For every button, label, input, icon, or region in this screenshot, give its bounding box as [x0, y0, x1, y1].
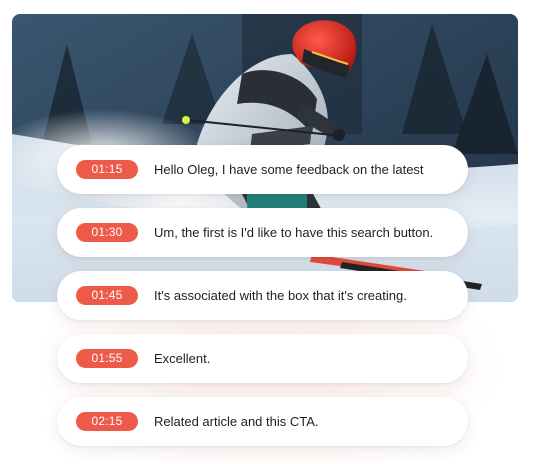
timestamp-badge[interactable]: 01:15: [76, 160, 138, 179]
transcript-item[interactable]: 01:55 Excellent.: [57, 334, 468, 383]
transcript-text: It's associated with the box that it's c…: [154, 288, 407, 303]
transcript-item[interactable]: 01:30 Um, the first is I'd like to have …: [57, 208, 468, 257]
transcript-text: Related article and this CTA.: [154, 414, 319, 429]
timestamp-badge[interactable]: 01:30: [76, 223, 138, 242]
timestamp-badge[interactable]: 01:45: [76, 286, 138, 305]
transcript-item[interactable]: 02:15 Related article and this CTA.: [57, 397, 468, 446]
transcript-text: Excellent.: [154, 351, 211, 366]
transcript-text: Um, the first is I'd like to have this s…: [154, 225, 434, 240]
timestamp-badge[interactable]: 02:15: [76, 412, 138, 431]
transcript-stage: 01:15 Hello Oleg, I have some feedback o…: [0, 0, 536, 464]
transcript-item[interactable]: 01:15 Hello Oleg, I have some feedback o…: [57, 145, 468, 194]
transcript-text: Hello Oleg, I have some feedback on the …: [154, 162, 424, 177]
timestamp-badge[interactable]: 01:55: [76, 349, 138, 368]
transcript-item[interactable]: 01:45 It's associated with the box that …: [57, 271, 468, 320]
